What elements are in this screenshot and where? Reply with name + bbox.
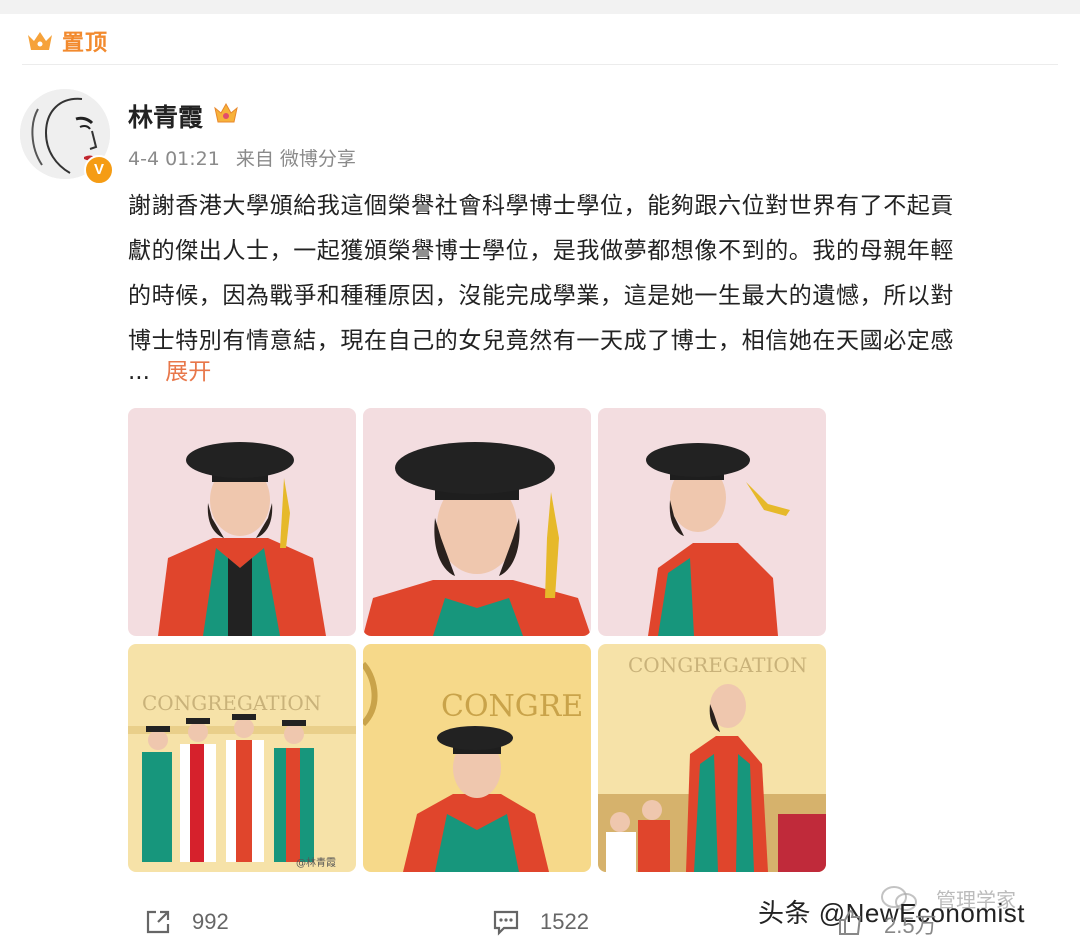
photo-1[interactable] <box>128 408 356 636</box>
top-gap-bar <box>0 0 1080 14</box>
photo-3[interactable] <box>598 408 826 636</box>
photo-6-text: CONGREGATION <box>628 653 807 677</box>
expand-link[interactable]: 展开 <box>165 359 211 385</box>
post-text: 謝謝香港大學頒給我這個榮譽社會科學博士學位，能夠跟六位對世界有了不起貢 獻的傑出… <box>128 184 1058 364</box>
share-icon <box>146 910 170 934</box>
post-text-line: 獻的傑出人士，一起獲頒榮譽博士學位，是我做夢都想像不到的。我的母親年輕 <box>128 238 954 264</box>
divider <box>22 64 1058 65</box>
post-timestamp: 4-4 01:21 <box>128 148 220 170</box>
author-name[interactable]: 林青霞 <box>128 98 203 134</box>
repost-button[interactable]: 992 <box>144 900 229 944</box>
vip-crown-icon <box>214 102 238 123</box>
post-text-line: 的時候，因為戰爭和種種原因，沒能完成學業，這是她一生最大的遺憾，所以對 <box>128 283 954 309</box>
comment-button[interactable]: 1522 <box>492 900 589 944</box>
photo-4-text: CONGREGATION <box>142 691 321 715</box>
pinned-indicator: 置顶 <box>26 24 108 58</box>
photo-6[interactable]: CONGREGATION <box>598 644 826 872</box>
post-meta: 4-4 01:21 来自 微博分享 <box>128 144 356 171</box>
comment-count: 1522 <box>540 909 589 934</box>
post-text-line: 謝謝香港大學頒給我這個榮譽社會科學博士學位，能夠跟六位對世界有了不起貢 <box>128 193 954 219</box>
post-text-line: 博士特別有情意結，現在自己的女兒竟然有一天成了博士，相信她在天國必定感 <box>128 328 954 354</box>
photo-4[interactable]: CONGREGATION @林青霞 <box>128 644 356 872</box>
verified-badge: V <box>84 155 114 185</box>
like-count: 2.5万 <box>884 913 937 938</box>
expand-row: ... 展开 <box>128 352 211 392</box>
comment-icon <box>493 910 519 936</box>
repost-count: 992 <box>192 909 229 934</box>
like-button[interactable] <box>836 900 864 944</box>
photo-2[interactable] <box>363 408 591 636</box>
ellipsis: ... <box>128 359 150 385</box>
photo-5-text: CONGRE <box>441 689 583 724</box>
post-source: 来自 微博分享 <box>235 148 356 170</box>
photo-watermark: @林青霞 <box>296 856 336 869</box>
photo-5[interactable]: CONGRE <box>363 644 591 872</box>
crown-icon <box>28 32 52 50</box>
thumbs-up-icon <box>839 909 862 935</box>
pinned-label: 置顶 <box>62 31 109 56</box>
